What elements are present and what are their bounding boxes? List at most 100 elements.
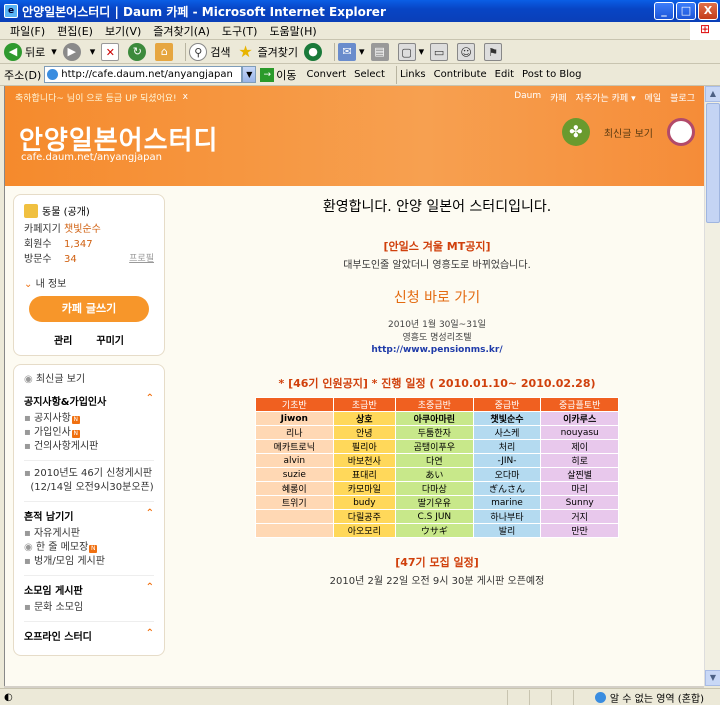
flower-icon[interactable] <box>667 118 695 146</box>
refresh-button[interactable]: ↻ <box>128 42 149 61</box>
table-cell: 메카트로닉 <box>255 439 334 454</box>
table-cell: あい <box>395 467 474 482</box>
vertical-scrollbar[interactable]: ▲ ▼ <box>704 86 720 686</box>
header-icons: ✤ 최신글 보기 <box>561 118 695 146</box>
messenger-button[interactable]: ☺ <box>457 42 478 61</box>
table-cell <box>255 523 334 538</box>
scroll-thumb[interactable] <box>706 103 720 223</box>
table-cell: 만만 <box>540 523 619 538</box>
edit-page-button[interactable]: ▢ ▾ <box>397 42 424 61</box>
links-button[interactable]: Links <box>400 69 426 80</box>
top-link-frequent[interactable]: 자주가는 카페 ▾ <box>576 91 636 104</box>
mail-icon: ✉ <box>338 42 357 61</box>
select-button[interactable]: Select <box>354 69 385 80</box>
caret-up-icon: ⌃ <box>145 582 154 593</box>
convert-button[interactable]: Convert <box>307 69 347 80</box>
section-traces[interactable]: 흔적 남기기 ⌃ <box>24 508 154 523</box>
board-label: 자유게시판 <box>33 528 80 539</box>
top-link-mail[interactable]: 메일 <box>645 91 662 104</box>
info-value: 34 <box>64 254 77 265</box>
search-button[interactable]: ⚲ 검색 <box>189 42 231 61</box>
profile-link[interactable]: 프로필 <box>129 252 154 267</box>
menu-favorites[interactable]: 즐겨찾기(A) <box>147 23 216 39</box>
board-item-notice[interactable]: ▪ 공지사항 N <box>24 412 154 426</box>
board-label: 문화 소모임 <box>33 602 84 613</box>
board-item-free[interactable]: ▪ 자유게시판 <box>24 527 154 541</box>
print-button[interactable]: ▤ <box>370 42 392 61</box>
decorate-button[interactable]: 꾸미기 <box>96 332 124 347</box>
back-dropdown[interactable]: ▾ <box>51 45 57 58</box>
info-key: 방문수 <box>24 254 52 265</box>
table-cell: 상호 <box>332 411 397 426</box>
table-cell: 사스케 <box>472 425 542 440</box>
post-to-blog-button[interactable]: Post to Blog <box>522 69 581 80</box>
board-item-memo[interactable]: ◉ 한 줄 메모장 N <box>24 541 154 555</box>
section-notice[interactable]: 공지사항&가입인사 ⌃ <box>24 393 154 408</box>
discuss-button[interactable]: ▭ <box>430 42 451 61</box>
divider <box>24 621 154 622</box>
contribute-button[interactable]: Contribute <box>434 69 487 80</box>
info-value[interactable]: 챗빛순수 <box>64 222 101 237</box>
info-key: 카페지기 <box>24 224 61 235</box>
table-cell: 살찐별 <box>540 467 619 482</box>
cafe-header: 축하합니다~ 님이 으로 등급 UP 되셨어요! x Daum 카페 자주가는 … <box>5 86 704 186</box>
table-cell: 트위기 <box>255 495 334 510</box>
status-bar: ◐ 알 수 없는 영역 (혼합) <box>0 688 720 705</box>
top-link-blog[interactable]: 블로그 <box>670 91 695 104</box>
manage-button[interactable]: 관리 <box>54 332 72 347</box>
forward-button[interactable]: ▶ <box>62 42 84 61</box>
menu-view[interactable]: 보기(V) <box>99 23 147 39</box>
print-icon: ▤ <box>370 42 389 61</box>
menu-edit[interactable]: 편집(E) <box>51 23 99 39</box>
clover-icon[interactable]: ✤ <box>561 118 590 146</box>
recent-posts-item[interactable]: ◉ 최신글 보기 <box>24 373 154 387</box>
address-dropdown[interactable]: ▼ <box>242 66 257 83</box>
my-info-toggle[interactable]: ⌄ 내 정보 <box>24 275 154 290</box>
recent-posts-link[interactable]: 최신글 보기 <box>604 125 653 140</box>
back-button[interactable]: ◀ 뒤로 <box>4 42 45 61</box>
research-button[interactable]: ⚑ <box>484 42 505 61</box>
table-cell: 곰탱이푸우 <box>395 439 474 454</box>
pension-link[interactable]: http://www.pensionms.kr/ <box>175 345 699 355</box>
mt-date: 2010년 1월 30일~31일 <box>388 320 486 330</box>
notice-close-icon[interactable]: x <box>183 92 188 102</box>
favorites-label: 즐겨찾기 <box>257 45 299 59</box>
board-item-meetup[interactable]: ▪ 벙개/모임 게시판 <box>24 555 154 569</box>
menu-file[interactable]: 파일(F) <box>4 23 51 39</box>
table-row: 혜롱이 카모마일 다마상 ぎんさん 마리 <box>255 481 619 496</box>
write-post-button[interactable]: 카페 글쓰기 <box>29 296 149 322</box>
board-item-apply[interactable]: ▪ 2010년도 46기 신청게시판 <box>24 467 154 481</box>
board-item-suggestion[interactable]: ▪ 건의사항게시판 <box>24 440 154 454</box>
stop-button[interactable]: ✕ <box>101 42 122 61</box>
section-small-groups[interactable]: 소모임 게시판 ⌃ <box>24 582 154 597</box>
schedule-title: * [46기 인원공지] * 진행 일정 ( 2010.01.10~ 2010.… <box>278 377 596 390</box>
section-offline[interactable]: 오프라인 스터디 ⌃ <box>24 628 154 643</box>
go-button[interactable]: → 이동 <box>260 67 297 83</box>
table-cell: 카모마일 <box>332 481 397 496</box>
menu-help[interactable]: 도움말(H) <box>263 23 322 39</box>
edit-button[interactable]: Edit <box>495 69 514 80</box>
forward-dropdown[interactable]: ▾ <box>90 45 96 58</box>
maximize-button[interactable]: □ <box>676 2 696 20</box>
close-button[interactable]: X <box>698 2 718 20</box>
scroll-down-icon[interactable]: ▼ <box>705 670 720 686</box>
top-link-cafe[interactable]: 카페 <box>550 91 567 104</box>
minimize-button[interactable]: _ <box>654 2 674 20</box>
media-button[interactable]: ● <box>304 42 325 61</box>
table-row: 아오모리 ウサギ 발리 만만 <box>255 523 619 538</box>
home-button[interactable]: ⌂ <box>155 42 176 61</box>
scroll-up-icon[interactable]: ▲ <box>705 86 720 102</box>
top-link-daum[interactable]: Daum <box>514 91 541 104</box>
status-segment <box>572 689 595 705</box>
page-icon <box>47 69 59 80</box>
star-icon: ★ <box>238 41 253 61</box>
menu-tools[interactable]: 도구(T) <box>216 23 264 39</box>
address-input[interactable]: http://cafe.daum.net/anyangjapan <box>44 66 243 83</box>
mail-button[interactable]: ✉ ▾ <box>338 42 365 61</box>
board-item-greeting[interactable]: ▪ 가입인사 N <box>24 426 154 440</box>
board-item-culture[interactable]: ▪ 문화 소모임 <box>24 601 154 615</box>
board-menu: ◉ 최신글 보기 공지사항&가입인사 ⌃ ▪ 공지사항 N ▪ 가입인사 N ▪ 건의… <box>13 364 165 656</box>
favorites-button[interactable]: ★ 즐겨찾기 <box>237 41 299 61</box>
table-cell: 거지 <box>540 509 619 524</box>
apply-link[interactable]: 신청 바로 가기 <box>175 287 699 307</box>
